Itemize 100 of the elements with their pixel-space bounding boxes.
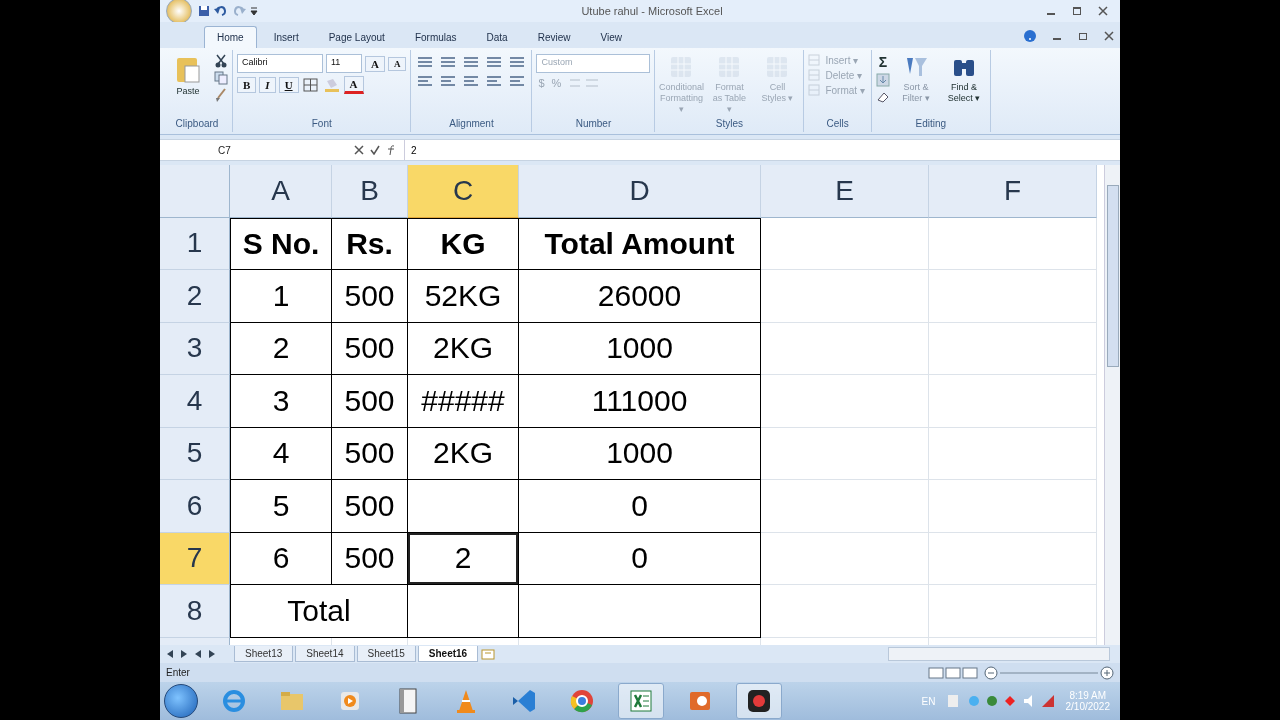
table-cell: 1 xyxy=(230,270,332,323)
table-cell: Total Amount xyxy=(519,217,761,270)
browser-icon xyxy=(568,687,596,715)
fill-icon[interactable] xyxy=(875,73,890,87)
table-cell: 500 xyxy=(332,480,408,533)
font-size-field[interactable]: 11 xyxy=(326,54,362,73)
ribbon-tab[interactable]: Home xyxy=(204,26,257,48)
sheet-tab[interactable]: Sheet15 xyxy=(356,646,416,662)
table-cell: 0 xyxy=(519,532,761,585)
table-cell: 0 xyxy=(519,480,761,533)
window-title: Utube rahul - Microsoft Excel xyxy=(580,5,724,17)
column-header[interactable]: F xyxy=(929,165,1097,218)
brush-icon[interactable] xyxy=(214,88,228,102)
column-header[interactable]: A xyxy=(230,165,332,218)
paste-button[interactable]: Paste xyxy=(174,86,202,97)
cut-icon[interactable] xyxy=(214,54,228,68)
office-button[interactable] xyxy=(166,0,192,24)
table-cell: 111000 xyxy=(519,375,761,428)
help-icon[interactable] xyxy=(1024,30,1036,42)
table-cell: 500 xyxy=(332,270,408,323)
group-label: Alignment xyxy=(448,118,495,131)
grow-font-button[interactable]: A xyxy=(365,55,385,72)
browser-icon xyxy=(220,687,248,715)
select-all-button[interactable] xyxy=(160,165,230,218)
code-editor-icon xyxy=(510,687,538,715)
cells-icon xyxy=(808,84,821,96)
dropdown-icon[interactable] xyxy=(250,6,258,16)
new-sheet-icon[interactable] xyxy=(480,648,497,660)
row-header[interactable]: 5 xyxy=(160,427,230,480)
column-header[interactable]: D xyxy=(519,165,761,218)
row-header[interactable]: 3 xyxy=(160,322,230,375)
table-cell: 26000 xyxy=(519,270,761,323)
ribbon-tab[interactable]: Formulas xyxy=(401,26,470,48)
status-mode: Enter xyxy=(166,667,190,678)
close-icon[interactable] xyxy=(1104,31,1114,41)
tray-icons-drawing[interactable] xyxy=(945,693,1056,709)
italic-button[interactable]: I xyxy=(259,77,276,93)
group-label: Styles xyxy=(714,118,745,131)
row-header[interactable]: 1 xyxy=(160,217,230,270)
group-label: Editing xyxy=(914,118,948,131)
scrollbar-thumb[interactable] xyxy=(1107,185,1119,367)
table-cell: 1000 xyxy=(519,427,761,480)
record-icon xyxy=(745,687,773,715)
table-cell: 2 xyxy=(408,532,519,585)
table-cell: 500 xyxy=(332,375,408,428)
row-header[interactable]: 7 xyxy=(160,532,230,585)
cancel-icon[interactable] xyxy=(354,145,364,155)
table-cell: Total xyxy=(230,585,408,638)
taskbar-button[interactable] xyxy=(736,683,782,719)
table-cell: 500 xyxy=(332,532,408,585)
sheet-tab[interactable]: Sheet16 xyxy=(417,646,479,662)
borders-icon[interactable] xyxy=(301,77,320,93)
name-box[interactable]: C7 xyxy=(160,144,348,156)
row-header[interactable]: 8 xyxy=(160,585,230,638)
eraser-icon[interactable] xyxy=(875,90,890,104)
autosum-button[interactable]: Σ xyxy=(875,54,890,70)
font-name-field[interactable]: Calibri xyxy=(237,54,323,73)
undo-icon[interactable] xyxy=(214,5,228,17)
group-label: Font xyxy=(310,118,333,131)
formula-field[interactable]: 2 xyxy=(405,144,417,156)
table-cell: ##### xyxy=(408,375,519,428)
column-header[interactable]: C xyxy=(408,165,519,218)
sheet-tab[interactable]: Sheet14 xyxy=(295,646,355,662)
editing-button[interactable]: Find & Select ▾ xyxy=(941,82,986,104)
table-cell: 3 xyxy=(230,375,332,428)
sheet-tab[interactable]: Sheet13 xyxy=(234,646,294,662)
column-header[interactable]: B xyxy=(332,165,408,218)
row-header[interactable]: 2 xyxy=(160,270,230,323)
start-button[interactable] xyxy=(164,684,198,718)
fill-color-icon[interactable] xyxy=(322,77,341,93)
restore-icon[interactable] xyxy=(1078,31,1088,41)
cells-icon xyxy=(808,54,821,66)
close-icon[interactable] xyxy=(1098,6,1108,16)
table-cell: 6 xyxy=(230,532,332,585)
spreadsheet-icon xyxy=(627,687,655,715)
ribbon-tab[interactable]: View xyxy=(587,26,635,48)
font-color-button[interactable]: A xyxy=(343,76,364,94)
ribbon-tab[interactable]: Data xyxy=(473,26,521,48)
shrink-font-button[interactable]: A xyxy=(387,56,407,71)
ribbon-tab[interactable]: Review xyxy=(524,26,584,48)
zoom-slider-icon[interactable] xyxy=(984,665,1114,680)
row-header[interactable]: 6 xyxy=(160,480,230,533)
ribbon-tab[interactable]: Insert xyxy=(260,26,312,48)
horizontal-scrollbar[interactable] xyxy=(888,647,1110,661)
table-cell: 52KG xyxy=(408,270,519,323)
table-cell: 4 xyxy=(230,427,332,480)
enter-icon[interactable] xyxy=(370,145,380,155)
table-cell: 5 xyxy=(230,480,332,533)
maximize-icon[interactable] xyxy=(1072,6,1082,16)
bold-button[interactable]: B xyxy=(237,77,257,93)
view-buttons-icon[interactable] xyxy=(928,666,978,679)
ribbon-tab[interactable]: Page Layout xyxy=(315,26,398,48)
group-label: Number xyxy=(574,118,613,131)
row-header[interactable]: 4 xyxy=(160,375,230,428)
column-header[interactable]: E xyxy=(761,165,929,218)
cells-icon xyxy=(808,69,821,81)
table-cell: 500 xyxy=(332,322,408,375)
save-icon[interactable] xyxy=(198,5,210,17)
table-cell: 2 xyxy=(230,322,332,375)
underline-button[interactable]: U xyxy=(278,77,299,93)
